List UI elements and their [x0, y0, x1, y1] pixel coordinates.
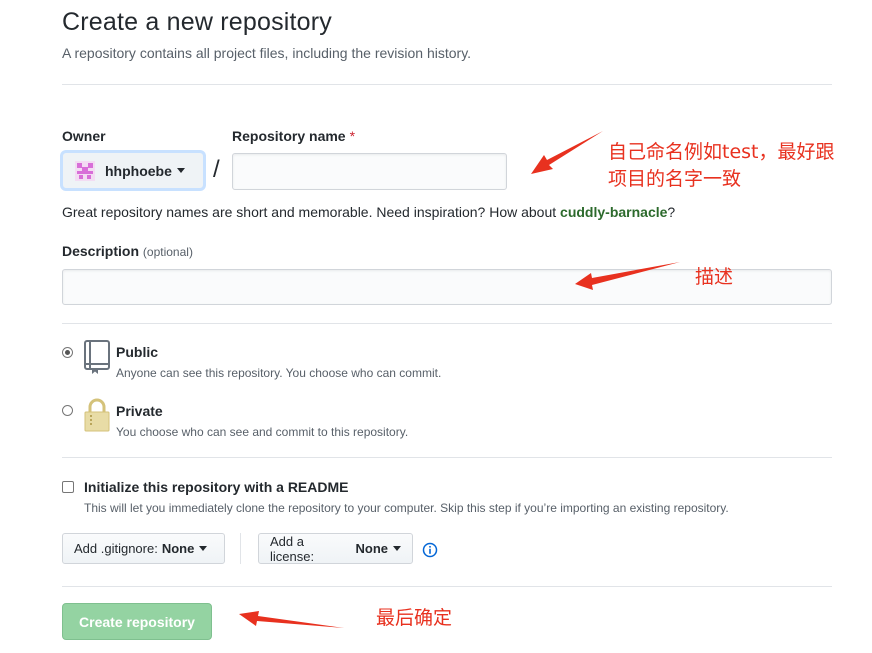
annotation-name-line1: 自己命名例如test，最好跟 [608, 141, 835, 163]
annotation-arrows [239, 131, 680, 628]
annotation-arrow-description [575, 262, 680, 290]
annotation-arrow-submit [239, 611, 344, 628]
annotation-submit: 最后确定 [376, 607, 453, 629]
annotation-arrow-name [531, 131, 603, 174]
annotation-description: 描述 [695, 266, 734, 288]
annotation-name-line2: 项目的名字一致 [608, 168, 742, 190]
